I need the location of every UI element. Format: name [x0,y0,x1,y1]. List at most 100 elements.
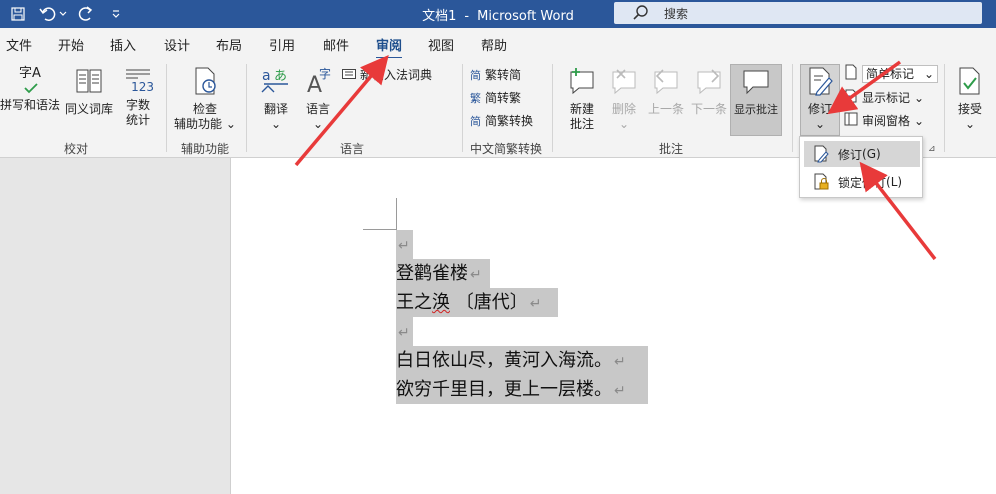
track-changes-label: 修订 [807,102,832,116]
search-input[interactable]: 搜索 [614,2,982,24]
tab-help[interactable]: 帮助 [481,35,507,54]
paragraph-mark: ↵ [398,325,410,341]
ime-dictionary-button[interactable]: 新输入法词典 [342,66,432,83]
accessibility-icon [172,66,238,100]
convert-label: 简繁转换 [485,114,534,128]
review-pane-icon [844,112,858,129]
show-markup-icon [844,89,858,106]
track-changes-chevron-icon[interactable]: ⌄ [800,117,840,132]
author-text: 王之 [396,292,432,313]
delete-chevron-icon[interactable]: ⌄ [604,117,644,132]
paragraph-mark: ↵ [398,238,410,254]
word-count-button[interactable]: 123 字数 统计 [118,66,158,128]
accept-label: 接受 [957,102,982,116]
next-comment-button[interactable]: 下一条 [688,66,730,117]
show-markup-button[interactable]: 显示标记 ⌄ [844,89,924,106]
group-label-language: 语言 [340,142,365,156]
next-comment-label: 下一条 [690,102,727,116]
group-separator [246,64,247,152]
track-changes-menu: 修订 (G) 锁定修订 (L) [799,136,923,198]
accessibility-label-1: 检查 [192,102,217,116]
paragraph-mark: ↵ [614,354,626,370]
dialog-launcher-icon[interactable]: ⊿ [928,144,936,154]
menu-lock-tracking-label: 锁定修订 [838,175,887,190]
new-comment-button[interactable]: 新建 批注 [560,66,604,132]
track-changes-icon [800,66,840,100]
trad-to-simp-icon: 简 [470,68,481,82]
margin-corner-mark [363,229,397,230]
word-count-label-2: 统计 [125,113,150,127]
word-count-label-1: 字数 [125,98,150,112]
translate-chevron-icon[interactable]: ⌄ [254,117,298,132]
menu-track-changes-key: (G) [862,147,881,161]
search-icon [632,4,650,22]
simp-to-trad-button[interactable]: 繁 简转繁 [470,89,521,106]
delete-comment-button[interactable]: 删除 ⌄ [604,66,644,132]
group-separator [166,64,167,152]
new-comment-label-2: 批注 [569,117,594,131]
author-spell-marked: 涣 [432,292,450,313]
doc-line-author[interactable]: 王之涣 〔唐代〕 ↵ [396,288,558,317]
group-label-proofing: 校对 [64,142,89,156]
language-icon: A字 [298,66,338,100]
language-button[interactable]: A字 语言 ⌄ [298,66,338,132]
doc-line-title[interactable]: 登鹳雀楼 ↵ [396,259,490,288]
verse-line-1: 白日依山尽，黄河入海流。 [396,350,612,371]
markup-select[interactable]: 简单标记 ⌄ [844,64,938,83]
title-bar: 文档1- Microsoft Word 搜索 [0,0,996,28]
tab-home[interactable]: 开始 [58,35,84,54]
previous-comment-button[interactable]: 上一条 [644,66,688,117]
trad-to-simp-label: 繁转简 [485,68,522,82]
spelling-icon: 字A [17,66,43,96]
paragraph-mark: ↵ [614,383,626,399]
group-label-chinese: 中文简繁转换 [470,142,543,156]
search-placeholder: 搜索 [664,7,689,21]
tab-references[interactable]: 引用 [269,35,295,54]
previous-comment-label: 上一条 [647,102,684,116]
language-label: 语言 [305,102,330,116]
tab-design[interactable]: 设计 [164,35,190,54]
accept-button[interactable]: 接受 ⌄ [950,66,990,132]
author-era: 〔唐代〕 [450,292,528,313]
group-label-comments: 批注 [659,142,684,156]
menu-lock-tracking-key: (L) [886,175,903,189]
lock-icon [812,173,830,191]
markup-dropdown[interactable]: 简单标记 ⌄ [862,64,938,83]
ime-dictionary-label: 新输入法词典 [360,68,433,82]
next-comment-icon [688,66,730,100]
tab-view[interactable]: 视图 [428,35,454,54]
group-separator [944,64,945,152]
check-accessibility-button[interactable]: 检查 辅助功能 ⌄ [172,66,238,132]
accept-chevron-icon[interactable]: ⌄ [950,117,990,132]
paragraph-mark: ↵ [529,296,542,312]
markup-value: 简单标记 [866,66,915,81]
review-pane-button[interactable]: 审阅窗格 ⌄ [844,112,924,129]
previous-comment-icon [644,66,688,100]
tab-mailings[interactable]: 邮件 [323,35,349,54]
doc-line-verse-2[interactable]: 欲穷千里目，更上一层楼。 ↵ [396,375,648,404]
new-comment-label-1: 新建 [569,102,594,116]
tab-file[interactable]: 文件 [6,35,32,54]
trad-to-simp-button[interactable]: 简 繁转简 [470,66,521,83]
doc-line-empty[interactable]: ↵ [396,317,413,346]
tab-review[interactable]: 审阅 [376,35,403,60]
thesaurus-button[interactable]: 同义词库 [62,66,116,117]
menu-item-lock-tracking[interactable]: 锁定修订 (L) [804,169,920,195]
doc-line-verse-1[interactable]: 白日依山尽，黄河入海流。 ↵ [396,346,648,375]
markup-icon [844,64,858,83]
poem-title: 登鹳雀楼 [396,263,468,284]
translate-button[interactable]: aあ 翻译 ⌄ [254,66,298,132]
tab-insert[interactable]: 插入 [110,35,136,54]
accessibility-label-2: 辅助功能 ⌄ [174,117,236,131]
spelling-grammar-button[interactable]: 字A 拼写和语法 [0,66,60,113]
document-page[interactable] [230,158,996,494]
delete-comment-label: 删除 [611,102,636,116]
show-comments-icon [730,66,782,100]
tab-layout[interactable]: 布局 [216,35,242,54]
menu-item-track-changes[interactable]: 修订 (G) [804,141,920,167]
group-label-accessibility: 辅助功能 [181,142,230,156]
language-chevron-icon[interactable]: ⌄ [298,117,338,132]
convert-button[interactable]: 简 简繁转换 [470,112,533,129]
doc-line-empty[interactable]: ↵ [396,230,413,259]
left-margin-area [0,158,230,494]
